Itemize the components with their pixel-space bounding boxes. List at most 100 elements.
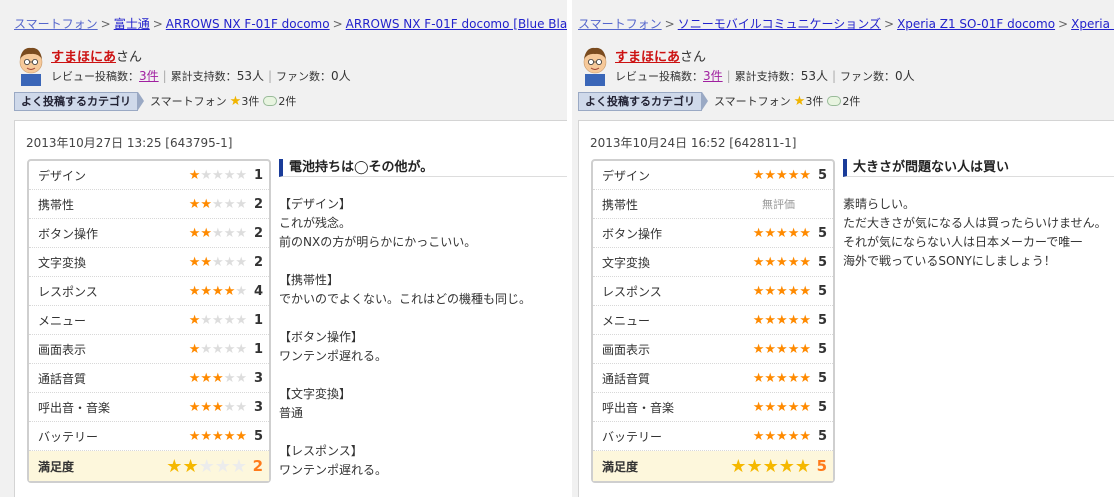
rating-row: ボタン操作 ★★★★★ 5 (593, 219, 833, 248)
star-icon: ★ (776, 254, 788, 270)
star-icon: ★ (188, 196, 201, 212)
breadcrumb-link[interactable]: Xperia Z1 SO-01F docomo (897, 17, 1055, 31)
rating-label: 画面表示 (38, 342, 87, 357)
category-review-count[interactable]: 3件 (805, 93, 823, 109)
star-icon: ★ (188, 167, 201, 183)
user-stats: レビュー投稿数：3件 | 累計支持数：53人 | ファン数：0人 (615, 69, 915, 83)
star-rating-icon: ★★★★★ (189, 255, 247, 270)
rating-label: 画面表示 (602, 342, 651, 357)
rating-value: 2 (253, 225, 263, 241)
review-line: 素晴らしい。 (843, 197, 916, 211)
star-icon: ★ (212, 283, 224, 299)
category-name[interactable]: スマートフォン (150, 93, 227, 109)
category-comment-count[interactable]: 2件 (842, 93, 860, 109)
star-icon: ★ (223, 254, 236, 270)
star-icon: ★ (746, 455, 763, 477)
category-comment-count[interactable]: 2件 (278, 93, 296, 109)
rating-value: 2 (252, 457, 263, 475)
star-icon: ★ (235, 167, 247, 183)
rating-label: バッテリー (38, 429, 99, 444)
rating-table: デザイン ★★★★★ 1 携帯性 ★★★★★ 2 ボタン操作 ★★★★★ 2 文字変換 ★★★★★ 2… (27, 159, 271, 483)
review-title: 大きさが問題ない人は買い (843, 159, 1114, 177)
rating-label: 文字変換 (38, 255, 87, 270)
frequent-category-row: よく投稿するカテゴリ スマートフォン ★ 3件 2件 (578, 91, 860, 111)
star-icon: ★ (764, 167, 777, 183)
category-name[interactable]: スマートフォン (714, 93, 791, 109)
user-name-link[interactable]: すまほにあ (51, 50, 116, 65)
review-line: 前のNXの方が明らかにかっこいい。 (279, 235, 477, 249)
star-rating-icon: ★★★★★ (753, 429, 811, 444)
star-rating-icon: ★★★★★ (753, 284, 811, 299)
star-icon: ★ (752, 428, 765, 444)
user-avatar-icon[interactable] (16, 44, 46, 86)
star-icon: ★ (223, 428, 236, 444)
star-icon: ★ (188, 428, 201, 444)
breadcrumb-link[interactable]: ARROWS NX F-01F docomo [Blue Black] (346, 17, 567, 31)
star-icon: ★ (764, 370, 777, 386)
star-icon: ★ (787, 428, 800, 444)
review-card: 2013年10月24日 16:52 [642811-1] デザイン ★★★★★ 5 携… (578, 120, 1114, 497)
star-icon: ★ (166, 455, 183, 477)
breadcrumb-link[interactable]: スマートフォン (14, 17, 98, 31)
star-icon: ★ (200, 428, 213, 444)
user-name-suffix: さん (116, 50, 143, 65)
breadcrumb-link[interactable]: Xperia Z1 S (1071, 17, 1114, 31)
rating-value: 3 (253, 370, 263, 386)
user-name-link[interactable]: すまほにあ (615, 50, 680, 65)
star-icon: ★ (787, 370, 800, 386)
star-icon: ★ (787, 283, 800, 299)
breadcrumb-link[interactable]: スマートフォン (578, 17, 662, 31)
star-icon: ★ (764, 312, 777, 328)
review-line (279, 423, 567, 442)
star-icon: ★ (235, 428, 247, 444)
rating-row: メニュー ★★★★★ 1 (29, 306, 269, 335)
star-icon: ★ (235, 254, 247, 270)
star-icon: ★ (212, 254, 224, 270)
rating-row: 画面表示 ★★★★★ 5 (593, 335, 833, 364)
review-line: 【ボタン操作】 (279, 330, 364, 344)
star-icon: ★ (787, 399, 800, 415)
star-icon: ★ (787, 312, 800, 328)
rating-row: レスポンス ★★★★★ 5 (593, 277, 833, 306)
star-rating-icon: ★★★★★ (189, 429, 247, 444)
star-icon: ★ (223, 225, 236, 241)
star-rating-icon: ★★★★★ (753, 371, 811, 386)
review-line: 【携帯性】 (279, 273, 340, 287)
rating-label: ボタン操作 (602, 226, 663, 241)
frequent-category-row: よく投稿するカテゴリ スマートフォン ★ 3件 2件 (14, 91, 296, 111)
star-icon: ★ (200, 196, 213, 212)
rating-row: レスポンス ★★★★★ 4 (29, 277, 269, 306)
star-icon: ★ (752, 341, 765, 357)
rating-label: デザイン (602, 168, 651, 183)
star-icon: ★ (230, 455, 247, 477)
star-rating-icon: ★★★★★ (753, 168, 811, 183)
star-icon: ★ (212, 312, 224, 328)
rating-row: バッテリー ★★★★★ 5 (29, 422, 269, 451)
star-icon: ★ (776, 341, 788, 357)
user-avatar-icon[interactable] (580, 44, 610, 86)
category-review-count[interactable]: 3件 (241, 93, 259, 109)
breadcrumb: スマートフォン > 富士通 > ARROWS NX F-01F docomo > ARROW… (14, 15, 567, 32)
star-icon: ★ (762, 455, 779, 477)
no-rating-text: 無評価 (762, 198, 795, 211)
review-body: 素晴らしい。 ただ大きさが気になる人は買ったらいけません。 それが気にならない人は日… (843, 195, 1114, 271)
star-icon: ★ (223, 399, 236, 415)
rating-label: 満足度 (602, 459, 639, 474)
review-count-link[interactable]: 3件 (703, 69, 723, 83)
satisfaction-row: 満足度 ★★★★★ 5 (593, 451, 833, 481)
rating-row: デザイン ★★★★★ 5 (593, 161, 833, 190)
rating-label: レスポンス (38, 284, 98, 299)
breadcrumb-link[interactable]: 富士通 (114, 17, 150, 31)
rating-row: 画面表示 ★★★★★ 1 (29, 335, 269, 364)
star-rating-icon: ★★★★★ (189, 313, 247, 328)
star-icon: ★ (787, 341, 800, 357)
user-name-suffix: さん (680, 50, 707, 65)
breadcrumb-link[interactable]: ソニーモバイルコミュニケーションズ (678, 17, 881, 31)
review-panel-right: スマートフォン > ソニーモバイルコミュニケーションズ > Xperia Z1 SO-0… (572, 0, 1114, 497)
review-count-link[interactable]: 3件 (139, 69, 159, 83)
star-rating-icon: ★★★★★ (730, 456, 811, 477)
rating-row: 携帯性 ★★★★★ 2 (29, 190, 269, 219)
rating-row: 携帯性 無評価 (593, 190, 833, 219)
rating-row: 通話音質 ★★★★★ 3 (29, 364, 269, 393)
breadcrumb-link[interactable]: ARROWS NX F-01F docomo (166, 17, 330, 31)
